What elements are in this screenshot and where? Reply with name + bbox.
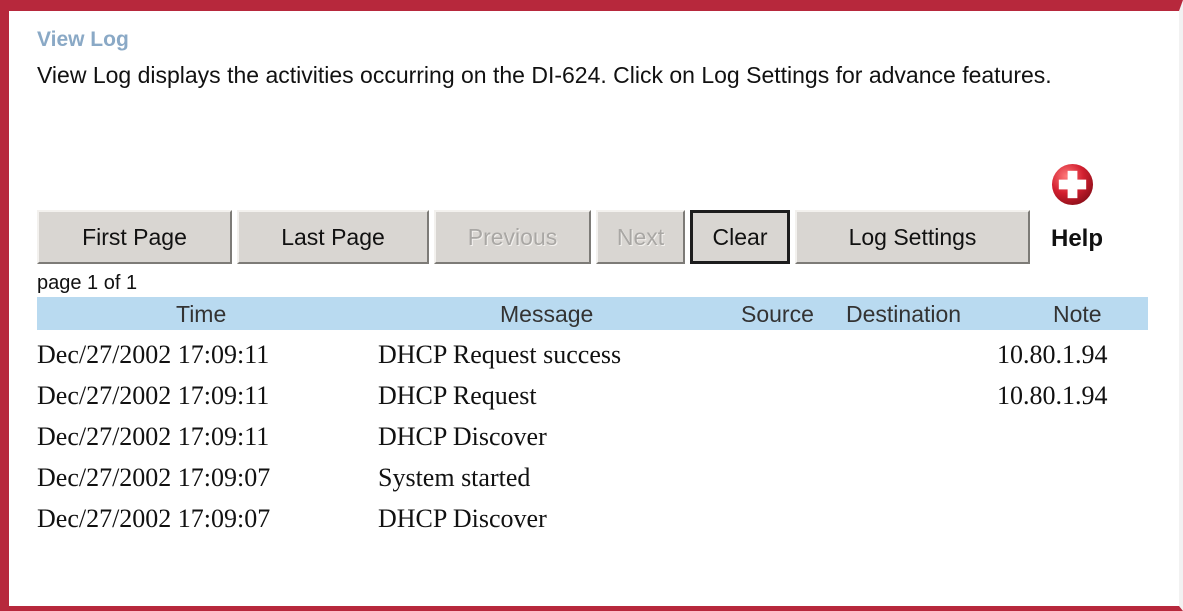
log-note: 10.80.1.94	[997, 381, 1108, 410]
column-header-time: Time	[176, 301, 227, 327]
previous-button[interactable]: Previous	[434, 210, 591, 264]
next-button[interactable]: Next	[596, 210, 685, 264]
help-link[interactable]: Help	[1051, 225, 1103, 253]
log-time: Dec/27/2002 17:09:07	[37, 504, 271, 533]
clear-button[interactable]: Clear	[690, 210, 790, 264]
log-message: DHCP Request	[378, 381, 537, 410]
log-time: Dec/27/2002 17:09:07	[37, 463, 271, 492]
log-time: Dec/27/2002 17:09:11	[37, 422, 270, 451]
pagination-info: page 1 of 1	[37, 272, 138, 294]
page-description: View Log displays the activities occurri…	[37, 62, 1052, 88]
last-page-button[interactable]: Last Page	[237, 210, 429, 264]
log-message: DHCP Discover	[378, 422, 547, 451]
column-header-destination: Destination	[846, 301, 962, 327]
log-message: DHCP Request success	[378, 340, 622, 369]
log-settings-button[interactable]: Log Settings	[795, 210, 1030, 264]
log-message: System started	[378, 463, 531, 492]
log-table-header: Time Message Source Destination Note	[37, 297, 1148, 330]
column-header-note: Note	[1053, 301, 1102, 327]
column-header-message: Message	[500, 301, 594, 327]
column-header-source: Source	[741, 301, 814, 327]
page-title: View Log	[37, 28, 129, 51]
log-note: 10.80.1.94	[997, 340, 1108, 369]
log-time: Dec/27/2002 17:09:11	[37, 381, 270, 410]
log-time: Dec/27/2002 17:09:11	[37, 340, 270, 369]
log-message: DHCP Discover	[378, 504, 547, 533]
first-page-button[interactable]: First Page	[37, 210, 232, 264]
help-plus-icon[interactable]	[1051, 163, 1094, 206]
